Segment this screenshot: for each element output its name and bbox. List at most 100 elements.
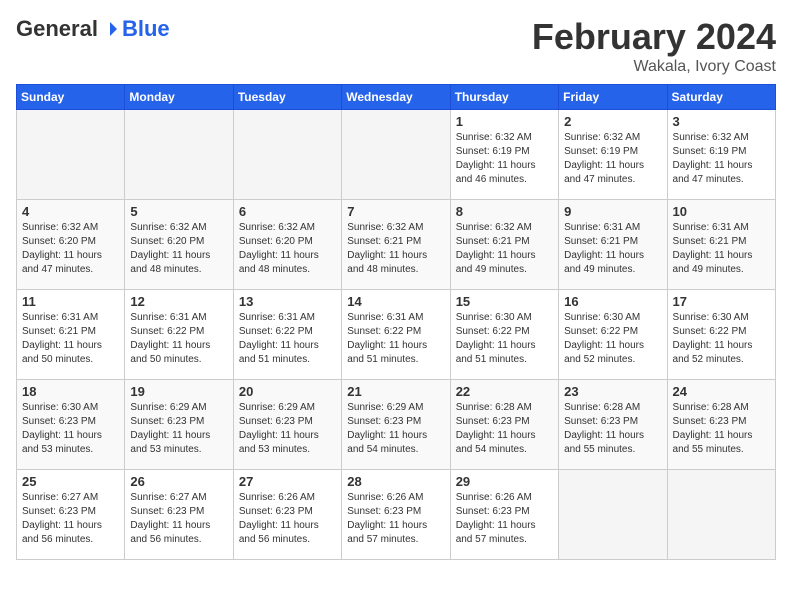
- day-number: 26: [130, 474, 227, 489]
- day-number: 9: [564, 204, 661, 219]
- day-info: Sunrise: 6:28 AM Sunset: 6:23 PM Dayligh…: [456, 401, 553, 457]
- day-cell: 19Sunrise: 6:29 AM Sunset: 6:23 PM Dayli…: [125, 380, 233, 470]
- day-number: 15: [456, 294, 553, 309]
- day-info: Sunrise: 6:32 AM Sunset: 6:20 PM Dayligh…: [22, 221, 119, 277]
- day-number: 5: [130, 204, 227, 219]
- day-info: Sunrise: 6:28 AM Sunset: 6:23 PM Dayligh…: [564, 401, 661, 457]
- day-info: Sunrise: 6:32 AM Sunset: 6:19 PM Dayligh…: [564, 131, 661, 187]
- day-number: 24: [673, 384, 770, 399]
- day-info: Sunrise: 6:27 AM Sunset: 6:23 PM Dayligh…: [130, 491, 227, 547]
- day-cell: 16 Sunrise: 6:30 AM Sunset: 6:22 PM Dayli…: [559, 290, 667, 380]
- calendar-table: SundayMondayTuesdayWednesdayThursdayFrid…: [16, 84, 776, 560]
- logo: General Blue: [16, 16, 170, 42]
- title-area: February 2024 Wakala, Ivory Coast: [532, 16, 776, 76]
- col-header-thursday: Thursday: [450, 85, 558, 110]
- day-number: 6: [239, 204, 336, 219]
- day-info: Sunrise: 6:26 AM Sunset: 6:23 PM Dayligh…: [347, 491, 444, 547]
- day-info: Sunrise: 6:26 AM Sunset: 6:23 PM Dayligh…: [239, 491, 336, 547]
- day-number: 28: [347, 474, 444, 489]
- col-header-saturday: Saturday: [667, 85, 775, 110]
- day-number: 3: [673, 114, 770, 129]
- day-info: Sunrise: 6:30 AM Sunset: 6:22 PM Dayligh…: [564, 311, 661, 367]
- day-number: 17: [673, 294, 770, 309]
- day-number: 10: [673, 204, 770, 219]
- day-cell: 23 Sunrise: 6:28 AM Sunset: 6:23 PM Dayli…: [559, 380, 667, 470]
- day-number: 14: [347, 294, 444, 309]
- day-number: 21: [347, 384, 444, 399]
- day-info: Sunrise: 6:32 AM Sunset: 6:19 PM Dayligh…: [456, 131, 553, 187]
- day-number: 18: [22, 384, 119, 399]
- day-cell: 24 Sunrise: 6:28 AM Sunset: 6:23 PM Dayli…: [667, 380, 775, 470]
- day-number: 19: [130, 384, 227, 399]
- month-title: February 2024: [532, 16, 776, 58]
- week-row-4: 18 Sunrise: 6:30 AM Sunset: 6:23 PM Dayli…: [17, 380, 776, 470]
- day-cell: 20Sunrise: 6:29 AM Sunset: 6:23 PM Dayli…: [233, 380, 341, 470]
- day-cell: 14 Sunrise: 6:31 AM Sunset: 6:22 PM Dayli…: [342, 290, 450, 380]
- day-cell: 2 Sunrise: 6:32 AM Sunset: 6:19 PM Daylig…: [559, 110, 667, 200]
- day-info: Sunrise: 6:27 AM Sunset: 6:23 PM Dayligh…: [22, 491, 119, 547]
- day-number: 27: [239, 474, 336, 489]
- day-cell: [125, 110, 233, 200]
- logo-blue: Blue: [122, 16, 170, 42]
- day-cell: [667, 470, 775, 560]
- day-number: 22: [456, 384, 553, 399]
- day-number: 7: [347, 204, 444, 219]
- day-info: Sunrise: 6:32 AM Sunset: 6:19 PM Dayligh…: [673, 131, 770, 187]
- day-cell: 5 Sunrise: 6:32 AM Sunset: 6:20 PM Daylig…: [125, 200, 233, 290]
- day-info: Sunrise: 6:31 AM Sunset: 6:21 PM Dayligh…: [22, 311, 119, 367]
- day-cell: 28 Sunrise: 6:26 AM Sunset: 6:23 PM Dayli…: [342, 470, 450, 560]
- day-cell: 26 Sunrise: 6:27 AM Sunset: 6:23 PM Dayli…: [125, 470, 233, 560]
- col-header-wednesday: Wednesday: [342, 85, 450, 110]
- day-cell: 13 Sunrise: 6:31 AM Sunset: 6:22 PM Dayli…: [233, 290, 341, 380]
- week-row-1: 1 Sunrise: 6:32 AM Sunset: 6:19 PM Daylig…: [17, 110, 776, 200]
- day-number: 11: [22, 294, 119, 309]
- day-cell: 25 Sunrise: 6:27 AM Sunset: 6:23 PM Dayli…: [17, 470, 125, 560]
- day-number: 23: [564, 384, 661, 399]
- col-header-monday: Monday: [125, 85, 233, 110]
- page-header: General Blue February 2024 Wakala, Ivory…: [16, 16, 776, 76]
- day-info: Sunrise: 6:26 AM Sunset: 6:23 PM Dayligh…: [456, 491, 553, 547]
- header-row: SundayMondayTuesdayWednesdayThursdayFrid…: [17, 85, 776, 110]
- day-cell: 17 Sunrise: 6:30 AM Sunset: 6:22 PM Dayli…: [667, 290, 775, 380]
- logo-flag-icon: [101, 20, 119, 38]
- day-cell: 22 Sunrise: 6:28 AM Sunset: 6:23 PM Dayli…: [450, 380, 558, 470]
- day-number: 16: [564, 294, 661, 309]
- day-number: 1: [456, 114, 553, 129]
- day-number: 4: [22, 204, 119, 219]
- day-cell: 11 Sunrise: 6:31 AM Sunset: 6:21 PM Dayli…: [17, 290, 125, 380]
- day-info: Sunrise: 6:32 AM Sunset: 6:21 PM Dayligh…: [456, 221, 553, 277]
- logo-general: General: [16, 16, 98, 42]
- day-number: 2: [564, 114, 661, 129]
- day-number: 25: [22, 474, 119, 489]
- day-number: 12: [130, 294, 227, 309]
- day-info: Sunrise: 6:30 AM Sunset: 6:22 PM Dayligh…: [673, 311, 770, 367]
- day-number: 29: [456, 474, 553, 489]
- day-number: 13: [239, 294, 336, 309]
- day-info: Sunrise: 6:32 AM Sunset: 6:20 PM Dayligh…: [239, 221, 336, 277]
- day-cell: 21 Sunrise: 6:29 AM Sunset: 6:23 PM Dayli…: [342, 380, 450, 470]
- day-info: Sunrise: 6:31 AM Sunset: 6:22 PM Dayligh…: [239, 311, 336, 367]
- week-row-2: 4 Sunrise: 6:32 AM Sunset: 6:20 PM Daylig…: [17, 200, 776, 290]
- day-info: Sunrise: 6:29 AM Sunset: 6:23 PM Dayligh…: [347, 401, 444, 457]
- day-info: Sunrise: 6:28 AM Sunset: 6:23 PM Dayligh…: [673, 401, 770, 457]
- week-row-3: 11 Sunrise: 6:31 AM Sunset: 6:21 PM Dayli…: [17, 290, 776, 380]
- day-info: Sunrise: 6:32 AM Sunset: 6:20 PM Dayligh…: [130, 221, 227, 277]
- day-cell: 29 Sunrise: 6:26 AM Sunset: 6:23 PM Dayli…: [450, 470, 558, 560]
- day-cell: 4 Sunrise: 6:32 AM Sunset: 6:20 PM Daylig…: [17, 200, 125, 290]
- day-number: 8: [456, 204, 553, 219]
- day-cell: 1 Sunrise: 6:32 AM Sunset: 6:19 PM Daylig…: [450, 110, 558, 200]
- location: Wakala, Ivory Coast: [532, 58, 776, 76]
- day-info: Sunrise: 6:30 AM Sunset: 6:23 PM Dayligh…: [22, 401, 119, 457]
- day-info: Sunrise: 6:32 AM Sunset: 6:21 PM Dayligh…: [347, 221, 444, 277]
- col-header-tuesday: Tuesday: [233, 85, 341, 110]
- day-info: Sunrise: 6:30 AM Sunset: 6:22 PM Dayligh…: [456, 311, 553, 367]
- week-row-5: 25 Sunrise: 6:27 AM Sunset: 6:23 PM Dayli…: [17, 470, 776, 560]
- day-cell: [342, 110, 450, 200]
- day-cell: 12Sunrise: 6:31 AM Sunset: 6:22 PM Dayli…: [125, 290, 233, 380]
- day-cell: 9Sunrise: 6:31 AM Sunset: 6:21 PM Daylig…: [559, 200, 667, 290]
- day-cell: 27 Sunrise: 6:26 AM Sunset: 6:23 PM Dayli…: [233, 470, 341, 560]
- day-cell: 15 Sunrise: 6:30 AM Sunset: 6:22 PM Dayli…: [450, 290, 558, 380]
- day-info: Sunrise: 6:31 AM Sunset: 6:22 PM Dayligh…: [347, 311, 444, 367]
- day-cell: [233, 110, 341, 200]
- day-cell: 6 Sunrise: 6:32 AM Sunset: 6:20 PM Daylig…: [233, 200, 341, 290]
